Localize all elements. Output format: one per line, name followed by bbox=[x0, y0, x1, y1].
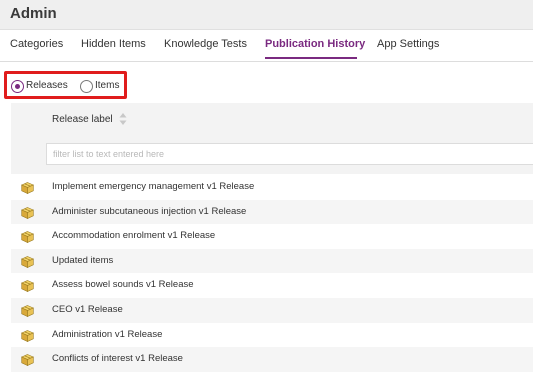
releases-radio-label[interactable]: Releases bbox=[26, 80, 68, 91]
tab-app-settings[interactable]: App Settings bbox=[377, 38, 439, 50]
view-mode-radio-group: Releases Items bbox=[4, 71, 127, 99]
release-label[interactable]: Administration v1 Release bbox=[52, 329, 162, 340]
items-radio-button[interactable] bbox=[80, 80, 93, 93]
table-row[interactable]: Assess bowel sounds v1 Release bbox=[11, 273, 533, 298]
filter-input[interactable] bbox=[46, 143, 533, 165]
table-row[interactable]: Updated items bbox=[11, 248, 533, 274]
release-label[interactable]: Conflicts of interest v1 Release bbox=[52, 353, 183, 364]
items-radio-label[interactable]: Items bbox=[95, 80, 119, 91]
table-row[interactable]: Accommodation enrolment v1 Release bbox=[11, 224, 533, 249]
table-row[interactable]: Administration v1 Release bbox=[11, 323, 533, 348]
table-row[interactable]: Administer subcutaneous injection v1 Rel… bbox=[11, 199, 533, 225]
release-label[interactable]: Assess bowel sounds v1 Release bbox=[52, 279, 194, 290]
column-header-release-label[interactable]: Release label bbox=[52, 114, 113, 125]
package-icon bbox=[20, 353, 35, 367]
tab-publication-history[interactable]: Publication History bbox=[265, 38, 365, 50]
release-list: Implement emergency management v1 Releas… bbox=[11, 175, 533, 372]
table-row[interactable]: Implement emergency management v1 Releas… bbox=[11, 175, 533, 200]
admin-header: Admin bbox=[0, 0, 533, 30]
tab-hidden-items[interactable]: Hidden Items bbox=[81, 38, 146, 50]
release-label[interactable]: Implement emergency management v1 Releas… bbox=[52, 181, 254, 192]
table-row[interactable]: CEO v1 Release bbox=[11, 297, 533, 323]
release-table-header: Release label bbox=[11, 103, 533, 174]
release-label[interactable]: Administer subcutaneous injection v1 Rel… bbox=[52, 206, 246, 217]
releases-radio-button[interactable] bbox=[11, 80, 24, 93]
page-title: Admin bbox=[10, 5, 57, 22]
release-label[interactable]: Updated items bbox=[52, 255, 113, 266]
package-icon bbox=[20, 255, 35, 268]
package-icon bbox=[20, 304, 35, 317]
package-icon bbox=[20, 279, 35, 293]
package-icon bbox=[20, 181, 35, 194]
sort-icon[interactable] bbox=[119, 112, 127, 126]
tab-knowledge-tests[interactable]: Knowledge Tests bbox=[164, 38, 247, 50]
active-tab-indicator bbox=[265, 57, 357, 59]
release-label[interactable]: Accommodation enrolment v1 Release bbox=[52, 230, 215, 241]
table-row[interactable]: Conflicts of interest v1 Release bbox=[11, 347, 533, 372]
tab-categories[interactable]: Categories bbox=[10, 38, 63, 50]
package-icon bbox=[20, 230, 35, 244]
package-icon bbox=[20, 206, 35, 219]
package-icon bbox=[20, 329, 35, 342]
release-label[interactable]: CEO v1 Release bbox=[52, 304, 123, 315]
admin-tabs: Categories Hidden Items Knowledge Tests … bbox=[0, 30, 533, 62]
